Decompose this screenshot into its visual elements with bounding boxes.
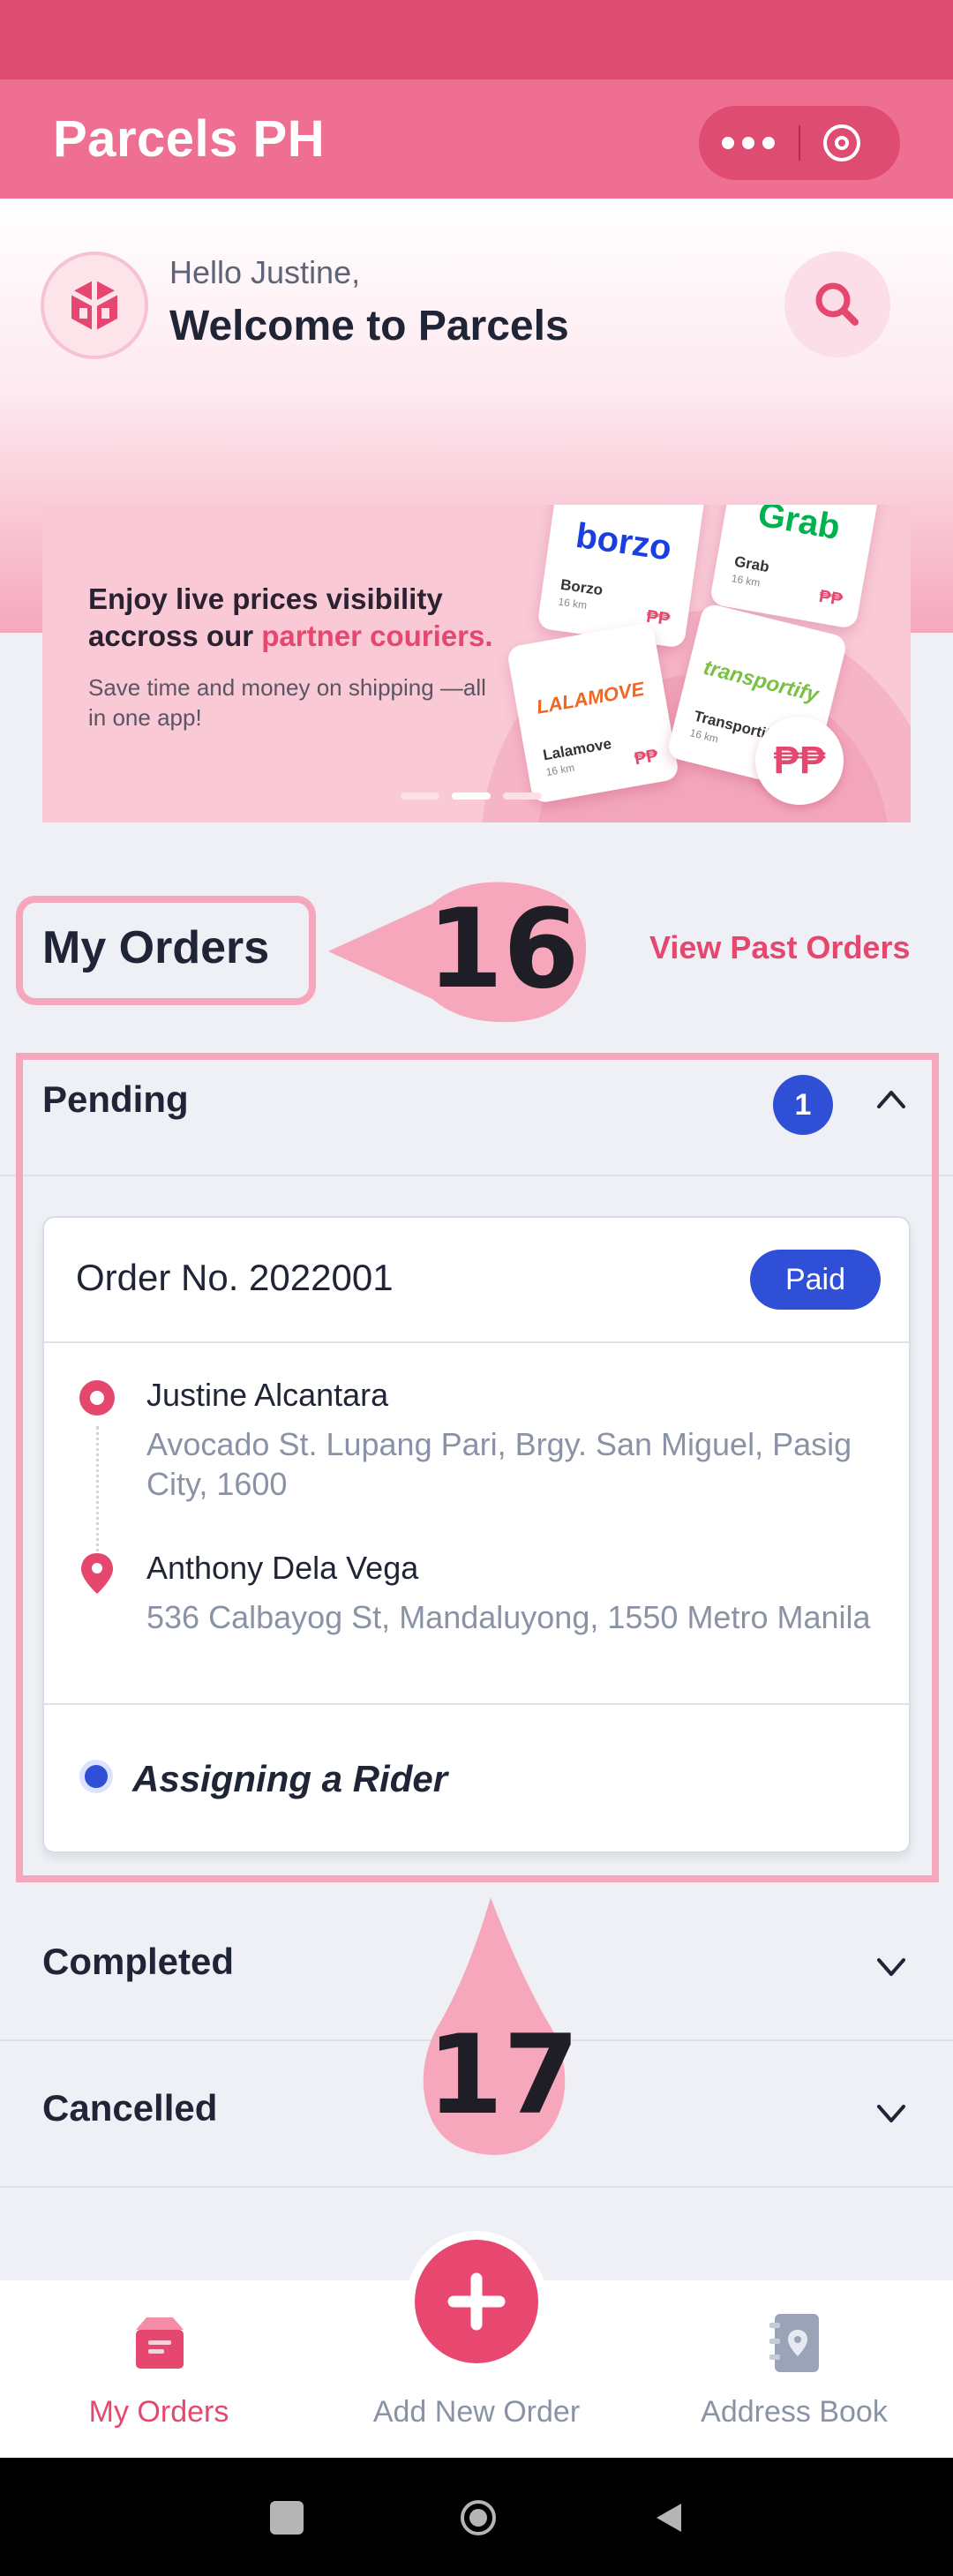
system-navigation-bar [0,2458,953,2576]
annotation-highlight-17 [16,1053,939,1882]
annotation-number-17: 17 [427,2012,580,2139]
carousel-dot[interactable] [401,792,439,800]
borzo-logo: borzo [573,515,674,568]
close-circle-icon[interactable] [821,122,863,164]
grab-logo: Grab [754,505,844,548]
add-new-order-button[interactable] [406,2231,547,2372]
chevron-down-icon[interactable] [874,1949,909,1985]
courier-price: ₱₱ [817,586,844,611]
nav-add-new-order-label: Add New Order [372,2395,581,2429]
chevron-down-icon[interactable] [874,2096,909,2131]
parcels-logo [41,252,148,359]
app-title: Parcels PH [53,110,326,168]
address-book-icon [769,2314,819,2372]
search-button[interactable] [784,252,890,357]
promo-banner[interactable]: Enjoy live prices visibility accross our… [42,505,911,822]
search-icon [815,282,859,326]
nav-my-orders[interactable]: My Orders [0,2280,318,2458]
parcel-box-icon [136,2317,184,2369]
banner-headline-line2: accross our [88,620,262,652]
back-icon[interactable] [651,2500,687,2535]
cancelled-label: Cancelled [42,2087,218,2129]
welcome-title: Welcome to Parcels [169,303,569,349]
carousel-dot-active[interactable] [452,792,491,800]
nav-address-book-label: Address Book [701,2395,888,2429]
courier-name: Lalamove [541,735,613,764]
courier-card-lalamove: LALAMOVE Lalamove 16 km ₱₱ [506,621,680,805]
view-past-orders-link[interactable]: View Past Orders [649,929,911,966]
peso-badge: ₱₱ [755,717,844,805]
carousel-dot[interactable] [503,792,542,800]
nav-my-orders-label: My Orders [88,2395,229,2429]
my-orders-title: My Orders [42,922,270,973]
banner-headline-highlight: partner couriers. [261,620,493,652]
parcel-box-icon [70,280,119,331]
home-icon[interactable] [459,2498,498,2537]
greeting-text: Hello Justine, [169,254,361,290]
recents-icon[interactable] [270,2501,304,2535]
status-bar [0,0,953,79]
annotation-callout-16: 16 [328,879,593,1025]
lalamove-logo: LALAMOVE [534,677,646,718]
courier-distance: 16 km [557,595,589,612]
capsule-divider [799,125,800,161]
app-bar: Parcels PH [0,79,953,199]
mini-program-capsule [699,106,900,180]
courier-price: ₱₱ [633,746,660,770]
completed-label: Completed [42,1941,235,1982]
banner-subtext: Save time and money on shipping —all in … [88,674,486,731]
nav-address-book[interactable]: Address Book [635,2280,953,2458]
more-horizontal-icon[interactable] [699,106,798,180]
carousel-indicator [401,792,542,800]
courier-distance: 16 km [544,761,576,779]
banner-headline-line1: Enjoy live prices visibility [88,582,443,615]
transportify-logo: transportify [701,655,822,708]
annotation-callout-17: 17 [415,1897,580,2158]
add-button-circle [415,2240,538,2363]
annotation-number-16: 16 [427,886,580,1013]
banner-headline: Enjoy live prices visibility accross our… [88,581,512,655]
plus-icon [447,2272,506,2331]
